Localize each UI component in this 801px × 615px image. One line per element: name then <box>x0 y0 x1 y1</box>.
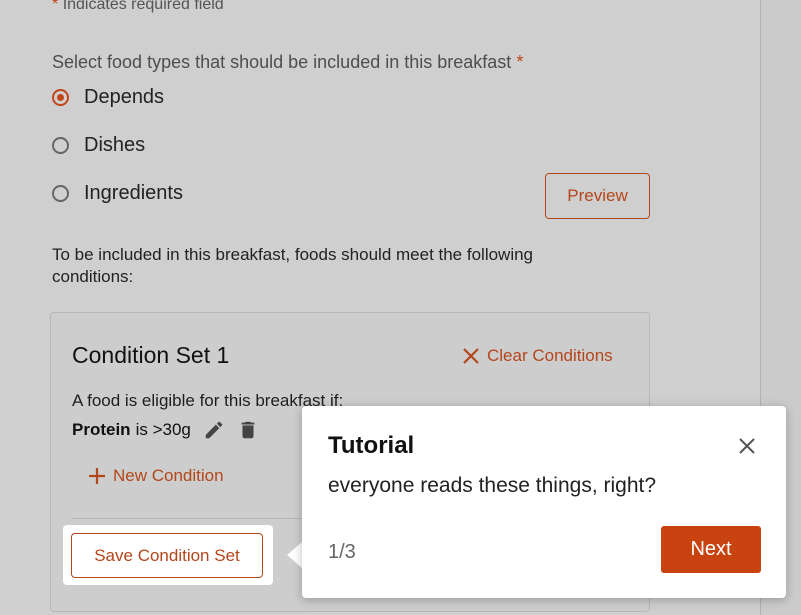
close-icon <box>463 348 479 364</box>
food-types-label-text: Select food types that should be include… <box>52 52 512 72</box>
food-types-required-star: * <box>516 52 524 72</box>
radio-label-dishes: Dishes <box>84 134 146 156</box>
condition-row: Protein is >30g <box>72 419 259 441</box>
radio-button[interactable] <box>52 185 69 202</box>
close-icon[interactable] <box>735 434 759 458</box>
tutorial-body: everyone reads these things, right? <box>328 474 657 497</box>
tooltip-arrow <box>287 542 302 568</box>
tutorial-next-button[interactable]: Next <box>661 526 761 573</box>
radio-label-depends: Depends <box>84 86 165 108</box>
plus-icon <box>89 468 105 484</box>
radio-option-depends[interactable]: Depends <box>52 86 164 109</box>
pencil-icon[interactable] <box>203 419 225 441</box>
required-star: * <box>52 0 59 13</box>
food-types-label: Select food types that should be include… <box>52 52 523 73</box>
new-condition-label: New Condition <box>113 466 224 485</box>
tutorial-popover: Tutorial everyone reads these things, ri… <box>302 406 786 598</box>
condition-field: Protein <box>72 420 131 439</box>
radio-button[interactable] <box>52 137 69 154</box>
required-field-note: * Indicates required field <box>52 0 224 14</box>
condition-set-title: Condition Set 1 <box>72 342 230 368</box>
preview-button[interactable]: Preview <box>545 173 650 219</box>
clear-conditions-button[interactable]: Clear Conditions <box>461 346 613 366</box>
required-note-text: Indicates required field <box>62 0 224 13</box>
new-condition-button[interactable]: New Condition <box>87 466 224 486</box>
clear-conditions-label: Clear Conditions <box>487 346 613 365</box>
radio-option-dishes[interactable]: Dishes <box>52 134 145 157</box>
condition-rule: is >30g <box>135 420 191 439</box>
trash-icon[interactable] <box>237 419 259 441</box>
radio-label-ingredients: Ingredients <box>84 182 183 204</box>
save-condition-set-button[interactable]: Save Condition Set <box>71 533 263 578</box>
tutorial-title: Tutorial <box>328 432 415 459</box>
conditions-intro: To be included in this breakfast, foods … <box>52 245 534 286</box>
radio-button-checked[interactable] <box>52 89 69 106</box>
radio-option-ingredients[interactable]: Ingredients <box>52 182 183 205</box>
tutorial-step-counter: 1/3 <box>328 541 356 563</box>
